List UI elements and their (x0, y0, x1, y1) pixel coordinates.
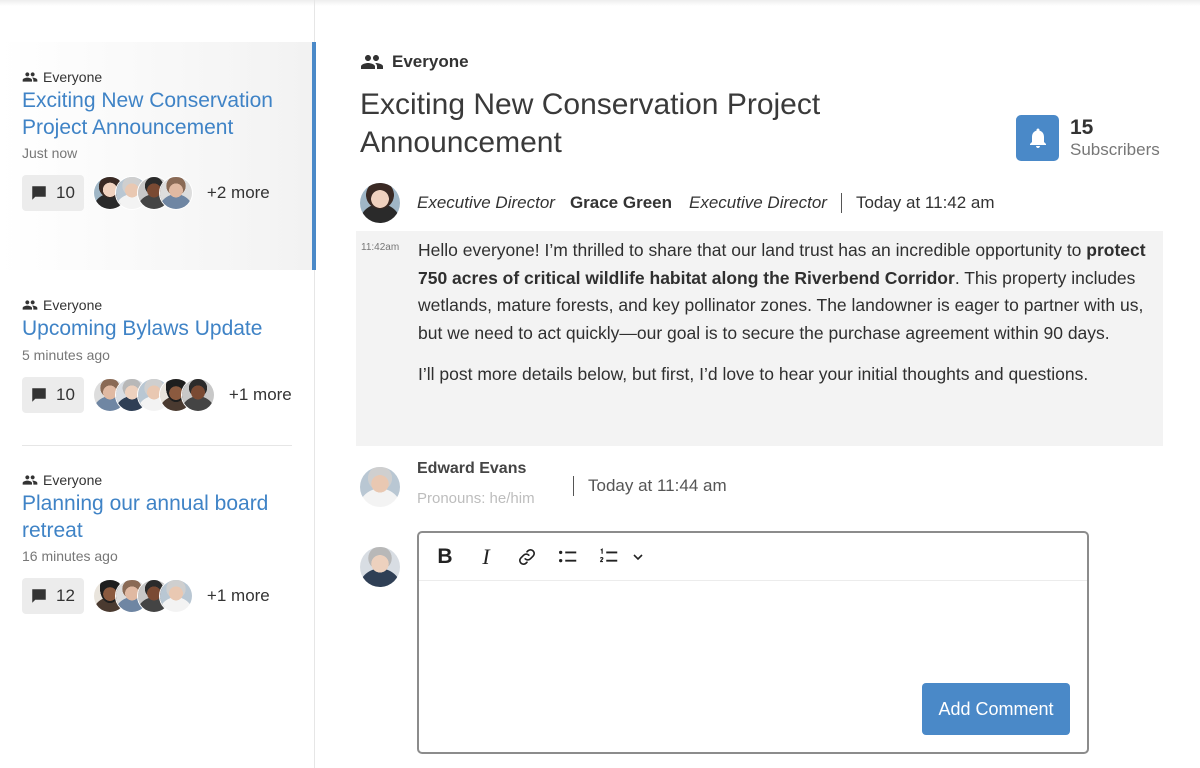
participant-avatars (92, 176, 193, 210)
message-body: Hello everyone! I’m thrilled to share th… (418, 237, 1156, 389)
comment-count: 10 (56, 183, 75, 202)
post-audience: Everyone (360, 50, 469, 74)
divider (573, 476, 574, 496)
comment-count: 10 (56, 384, 75, 404)
author-name[interactable]: Grace Green (570, 193, 672, 213)
thread-audience: Everyone (22, 471, 294, 489)
reply-author: Edward Evans Pronouns: he/him (417, 460, 535, 507)
people-icon (22, 72, 38, 82)
thread-audience: Everyone (22, 68, 290, 86)
link-button[interactable] (515, 545, 539, 569)
post-message: 11:42am Hello everyone! I’m thrilled to … (356, 231, 1163, 446)
avatar (180, 377, 215, 412)
thread-time: 5 minutes ago (22, 346, 110, 363)
add-comment-button[interactable]: Add Comment (922, 683, 1070, 735)
thread-item-retreat[interactable]: Everyone Planning our annual board retre… (0, 446, 316, 646)
subscribers-widget[interactable]: 15 Subscribers (1016, 115, 1160, 161)
post-timestamp: Today at 11:42 am (855, 193, 995, 212)
message-text: Hello everyone! I’m thrilled to share th… (418, 240, 1087, 260)
thread-meta: 12 +1 more (22, 577, 294, 615)
avatar (158, 176, 193, 210)
chevron-down-icon (633, 553, 643, 560)
numbered-list-button[interactable] (597, 545, 621, 569)
reply-author-avatar[interactable] (360, 467, 400, 507)
more-participants: +1 more (228, 384, 292, 404)
divider (840, 193, 842, 213)
thread-audience: Everyone (22, 296, 294, 314)
thread-item-bylaws[interactable]: Everyone Upcoming Bylaws Update 5 minute… (0, 270, 316, 446)
subscriber-label: Subscribers (1070, 140, 1160, 159)
comment-count-badge: 10 (22, 376, 84, 413)
subscribers-text: 15 Subscribers (1070, 116, 1160, 160)
comment-count: 12 (56, 586, 75, 605)
people-icon (22, 475, 38, 485)
reply-timestamp: Today at 11:44 am (588, 476, 727, 495)
author-role: Executive Director (689, 193, 827, 212)
thread-title[interactable]: Planning our annual board retreat (22, 491, 294, 544)
post-author-line: Executive Director Grace Green Executive… (417, 192, 995, 214)
bell-icon (1029, 128, 1046, 148)
message-short-time: 11:42am (361, 242, 400, 253)
italic-button[interactable]: I (474, 544, 498, 569)
more-participants: +2 more (206, 183, 270, 202)
numbered-list-icon (599, 547, 618, 562)
participant-avatars (92, 377, 215, 412)
reply-author-name[interactable]: Edward Evans (417, 460, 535, 478)
message-paragraph: Hello everyone! I’m thrilled to share th… (418, 237, 1156, 347)
bullet-list-icon (559, 550, 577, 562)
comment-editor: B I Add Comment (417, 531, 1089, 754)
editor-toolbar: B I (419, 533, 1087, 581)
author-avatar[interactable] (360, 183, 400, 223)
thread-audience-label: Everyone (43, 472, 103, 488)
comment-count-badge: 10 (22, 175, 84, 211)
thread-time: Just now (22, 145, 78, 161)
current-user-avatar (360, 547, 400, 587)
reply-time: Today at 11:44 am (573, 476, 727, 496)
page-title: Exciting New Conservation Project Announ… (360, 88, 821, 159)
author-role: Executive Director (417, 193, 555, 212)
subscriber-count: 15 (1070, 116, 1094, 139)
list-options-dropdown[interactable] (626, 545, 650, 569)
subscribe-button[interactable] (1016, 115, 1059, 161)
link-icon (519, 548, 535, 565)
bold-button[interactable]: B (433, 545, 457, 569)
thread-item-conservation[interactable]: Everyone Exciting New Conservation Proje… (0, 42, 316, 270)
comment-count-badge: 12 (22, 578, 84, 614)
reply-author-pronouns: Pronouns: he/him (417, 490, 535, 507)
message-paragraph: I’ll post more details below, but first,… (418, 364, 1089, 384)
thread-audience-label: Everyone (43, 297, 103, 313)
thread-meta: 10 +2 more (22, 174, 290, 212)
bullet-list-button[interactable] (556, 545, 580, 569)
avatar (158, 579, 193, 613)
comment-icon (32, 589, 46, 603)
thread-sidebar: Everyone Exciting New Conservation Proje… (0, 0, 316, 768)
participant-avatars (92, 579, 193, 613)
people-icon (361, 55, 383, 69)
comment-icon (32, 387, 46, 402)
thread-title[interactable]: Exciting New Conservation Project Announ… (22, 88, 290, 141)
thread-meta: 10 +1 more (22, 376, 294, 414)
more-participants: +1 more (206, 586, 270, 605)
people-icon (22, 300, 38, 310)
thread-audience-label: Everyone (43, 69, 103, 85)
post-audience-label: Everyone (392, 52, 469, 71)
thread-time: 16 minutes ago (22, 548, 118, 564)
thread-title[interactable]: Upcoming Bylaws Update (22, 316, 294, 343)
comment-icon (32, 186, 46, 200)
